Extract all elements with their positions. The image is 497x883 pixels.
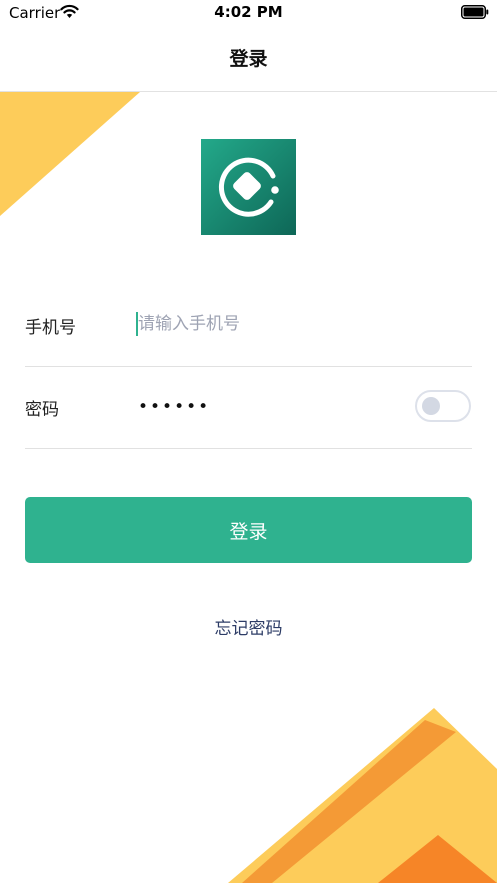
app-logo: [201, 139, 296, 235]
login-screen: Carrier 4:02 PM 登录 手机号 请输入手机号 密码 •••••• …: [0, 0, 497, 883]
show-password-toggle[interactable]: [415, 390, 471, 422]
phone-row: 手机号: [25, 284, 472, 367]
text-cursor: [136, 312, 138, 336]
toggle-knob: [422, 397, 440, 415]
battery-icon: [461, 5, 489, 19]
top-corner-decoration: [0, 92, 140, 216]
password-label: 密码: [25, 400, 59, 420]
page-title: 登录: [229, 48, 268, 70]
password-row: 密码: [25, 366, 472, 449]
phone-label: 手机号: [25, 318, 76, 338]
phone-input[interactable]: [136, 310, 458, 338]
forgot-password-link[interactable]: 忘记密码: [0, 614, 497, 639]
status-bar: Carrier 4:02 PM: [0, 0, 497, 26]
login-button[interactable]: 登录: [25, 497, 472, 563]
bottom-corner-decoration: [228, 708, 497, 883]
password-input[interactable]: [136, 392, 390, 422]
navigation-bar: 登录: [0, 26, 497, 92]
clock: 4:02 PM: [214, 3, 283, 21]
